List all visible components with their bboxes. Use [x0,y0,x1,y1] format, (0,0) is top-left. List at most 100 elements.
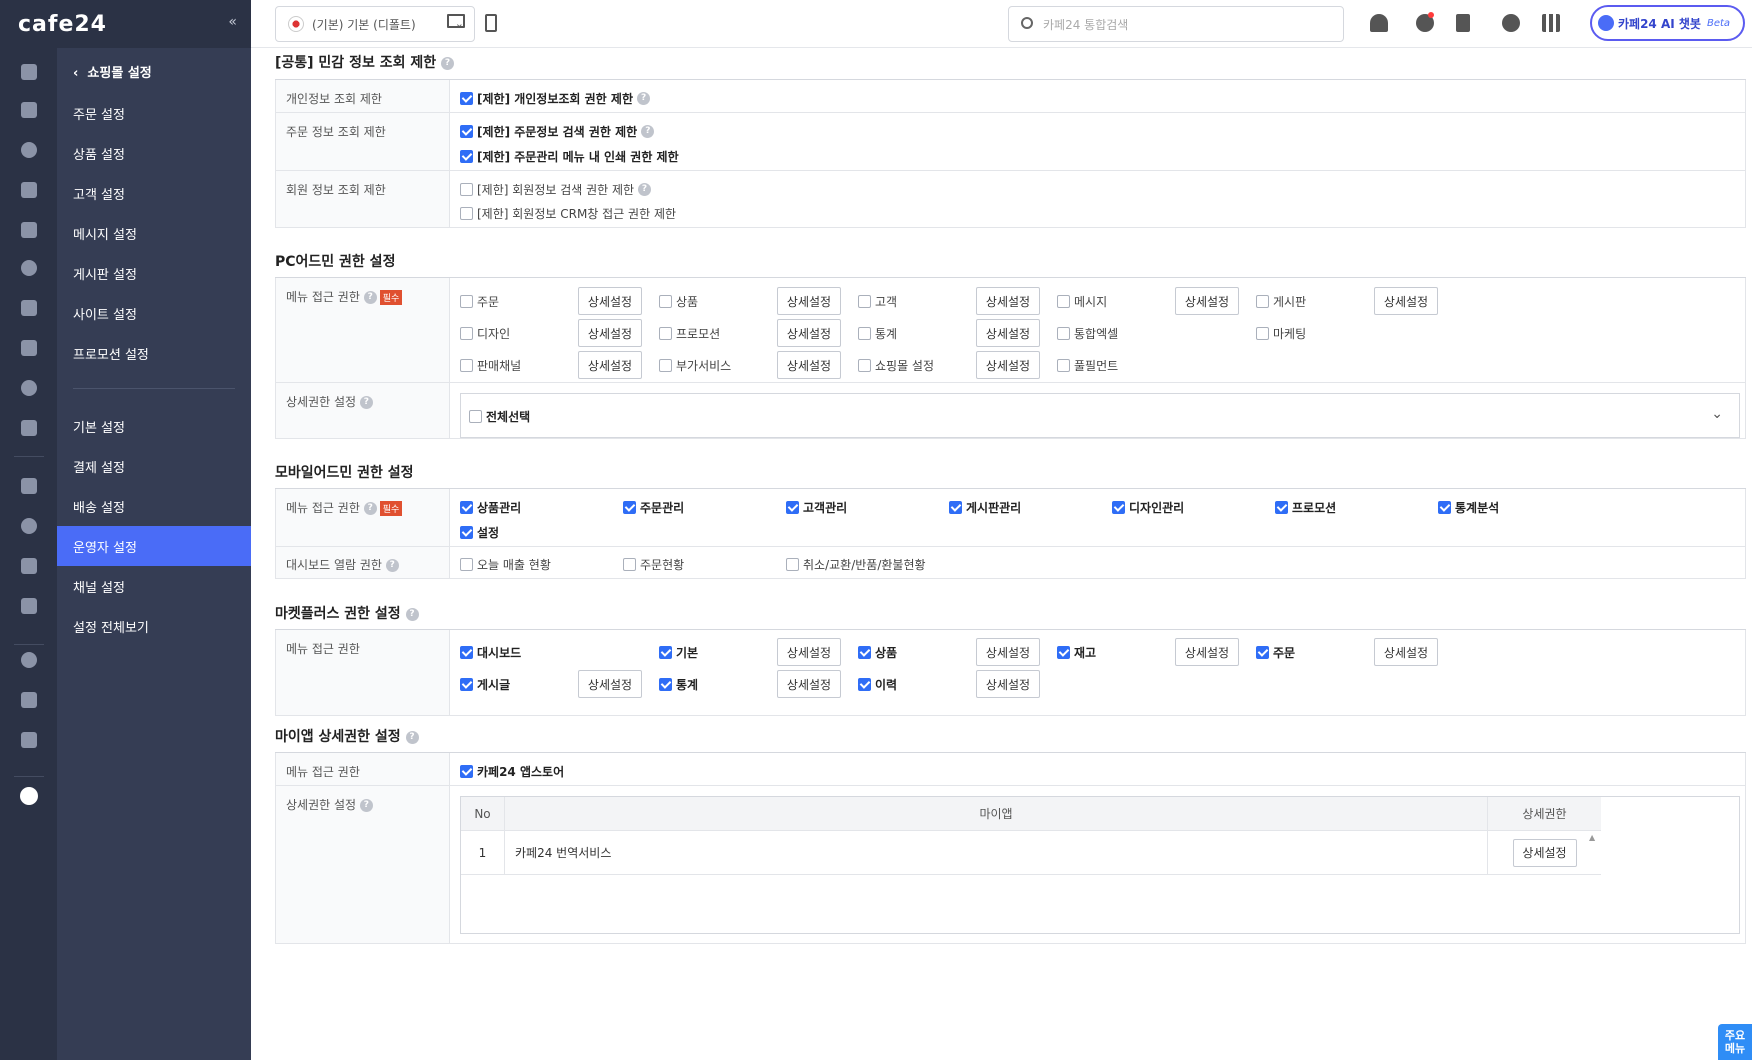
global-search-input[interactable]: 카페24 통합검색 [1008,6,1344,42]
checkbox-pc-menu[interactable]: 고객 [858,293,897,310]
chevron-down-icon[interactable]: ⌄ [1711,406,1723,422]
checkbox-mobile-menu[interactable]: 게시판관리 [949,499,1021,516]
detail-settings-button[interactable]: 상세설정 [777,287,841,315]
help-icon[interactable]: ? [440,56,454,70]
submenu-item[interactable]: 프로모션 설정 [57,333,251,373]
chart-icon[interactable] [0,370,57,406]
help-icon[interactable]: ? [359,396,373,409]
delivery-icon[interactable] [0,588,57,624]
folder-icon[interactable] [0,682,57,718]
collapse-sidebar-icon[interactable]: « [228,14,237,30]
checkbox-pc-menu[interactable]: 마케팅 [1256,325,1306,342]
detail-settings-button[interactable]: 상세설정 [976,287,1040,315]
detail-settings-button[interactable]: 상세설정 [777,319,841,347]
help-icon[interactable]: ? [385,559,399,572]
submenu-item[interactable]: 메시지 설정 [57,213,251,253]
checkbox-mobile-menu[interactable]: 디자인관리 [1112,499,1184,516]
checkbox-marketplus-menu[interactable]: 통계 [659,676,698,693]
detail-permission-dropdown[interactable]: 전체선택 ⌄ [460,393,1740,438]
submenu-item[interactable]: 기본 설정 [57,406,251,446]
submenu-item[interactable]: 채널 설정 [57,566,251,606]
detail-settings-button[interactable]: 상세설정 [976,351,1040,379]
checkbox-dashboard[interactable]: 오늘 매출 현황 [460,556,551,573]
checkbox-mobile-menu[interactable]: 설정 [460,524,499,541]
checkbox-restrict-order-search[interactable]: [제한] 주문정보 검색 권한 제한 ? [460,123,655,140]
detail-settings-button[interactable]: 상세설정 [976,670,1040,698]
submenu-item[interactable]: 설정 전체보기 [57,606,251,646]
detail-settings-button[interactable]: 상세설정 [777,351,841,379]
checkbox-select-all[interactable]: 전체선택 [469,408,530,425]
promotion-icon[interactable] [0,330,57,366]
detail-settings-button[interactable]: 상세설정 [1175,287,1239,315]
headset-icon[interactable] [1370,14,1388,32]
help-icon[interactable]: ? [405,730,419,744]
help-icon[interactable]: ? [637,183,651,196]
scroll-up-arrow-icon[interactable]: ▲ [1589,833,1599,843]
store-icon[interactable] [0,468,57,504]
detail-settings-button[interactable]: 상세설정 [578,319,642,347]
detail-settings-button[interactable]: 상세설정 [777,638,841,666]
checkbox-restrict-member-search[interactable]: [제한] 회원정보 검색 권한 제한 ? [460,181,651,198]
checkbox-mobile-menu[interactable]: 상품관리 [460,499,521,516]
detail-settings-button[interactable]: 상세설정 [1512,838,1577,867]
checkbox-marketplus-menu[interactable]: 재고 [1057,644,1096,661]
checkbox-pc-menu[interactable]: 통계 [858,325,897,342]
checkbox-marketplus-menu[interactable]: 대시보드 [460,644,521,661]
submenu-item[interactable]: 게시판 설정 [57,253,251,293]
cafe24-logo[interactable]: cafe24 [18,12,107,37]
submenu-item[interactable]: 배송 설정 [57,486,251,526]
shirt-icon[interactable] [0,132,57,168]
desktop-view-icon[interactable] [447,14,465,28]
help-icon[interactable]: ? [637,92,651,105]
checkbox-restrict-order-print[interactable]: [제한] 주문관리 메뉴 내 인쇄 권한 제한 [460,148,679,165]
submenu-item[interactable]: 고객 설정 [57,173,251,213]
detail-settings-button[interactable]: 상세설정 [578,287,642,315]
main-menu-float-button[interactable]: 주요 메뉴 [1718,1024,1752,1060]
checkbox-restrict-crm[interactable]: [제한] 회원정보 CRM창 접근 권한 제한 [460,205,676,222]
checkbox-dashboard[interactable]: 취소/교환/반품/환불현황 [786,556,926,573]
detail-settings-button[interactable]: 상세설정 [578,351,642,379]
checkbox-mobile-menu[interactable]: 통계분석 [1438,499,1499,516]
home-icon[interactable] [0,54,57,90]
ai-chatbot-button[interactable]: 카페24 AI 챗봇 Beta [1590,5,1745,41]
detail-settings-button[interactable]: 상세설정 [1374,638,1438,666]
checkbox-marketplus-menu[interactable]: 게시글 [460,676,510,693]
checkbox-dashboard[interactable]: 주문현황 [623,556,684,573]
board-icon[interactable] [0,250,57,286]
help-icon[interactable]: ? [363,502,377,515]
bookmark-icon[interactable] [1456,14,1470,32]
apps-icon[interactable] [0,642,57,678]
help-icon[interactable]: ? [405,607,419,621]
checkbox-pc-menu[interactable]: 주문 [460,293,499,310]
gear-icon[interactable] [0,778,57,814]
account-icon[interactable] [1502,14,1520,32]
submenu-item[interactable]: 주문 설정 [57,93,251,133]
checkbox-pc-menu[interactable]: 판매채널 [460,357,521,374]
checkbox-pc-menu[interactable]: 메시지 [1057,293,1107,310]
checkbox-marketplus-menu[interactable]: 상품 [858,644,897,661]
detail-settings-button[interactable]: 상세설정 [1175,638,1239,666]
checkbox-pc-menu[interactable]: 풀필먼트 [1057,357,1118,374]
checkbox-mobile-menu[interactable]: 고객관리 [786,499,847,516]
checkbox-pc-menu[interactable]: 부가서비스 [659,357,731,374]
megaphone-icon[interactable] [0,508,57,544]
copy-icon[interactable] [0,722,57,758]
apps-grid-icon[interactable] [1542,14,1560,32]
checkbox-marketplus-menu[interactable]: 주문 [1256,644,1295,661]
payment-icon[interactable] [0,548,57,584]
checkbox-pc-menu[interactable]: 게시판 [1256,293,1306,310]
checkbox-restrict-personal-info[interactable]: [제한] 개인정보조회 권한 제한 ? [460,90,651,107]
back-to-shop-settings[interactable]: ‹ 쇼핑몰 설정 [73,62,152,81]
detail-settings-button[interactable]: 상세설정 [1374,287,1438,315]
stats-icon[interactable] [0,410,57,446]
checkbox-pc-menu[interactable]: 디자인 [460,325,510,342]
submenu-item[interactable]: 결제 설정 [57,446,251,486]
chat-icon[interactable] [0,212,57,248]
checkbox-pc-menu[interactable]: 프로모션 [659,325,720,342]
palette-icon[interactable] [0,290,57,326]
cart-icon[interactable] [0,92,57,128]
checkbox-marketplus-menu[interactable]: 이력 [858,676,897,693]
detail-settings-button[interactable]: 상세설정 [976,319,1040,347]
person-icon[interactable] [0,172,57,208]
mobile-view-icon[interactable] [485,14,497,32]
